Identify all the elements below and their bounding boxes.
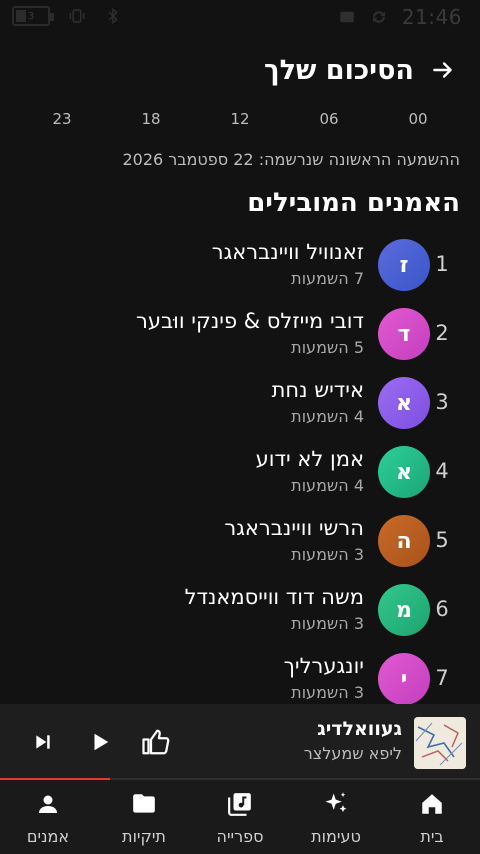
artist-plays: 7 השמעות	[291, 269, 364, 288]
artist-row[interactable]: 3 א אידיש נחת 4 השמעות	[0, 368, 480, 437]
status-bar-right: 21:46	[338, 5, 462, 29]
avatar: א	[378, 446, 430, 498]
now-playing-title: געוואלדיג	[317, 718, 402, 740]
avatar: ה	[378, 515, 430, 567]
folder-icon	[130, 790, 158, 818]
listening-hours-axis: 23 18 12 06 00	[38, 110, 442, 132]
nav-label: ספרייה	[216, 827, 264, 846]
artist-row[interactable]: 2 ד דובי מייזלס & פינקי ווּבער 5 השמעות	[0, 299, 480, 368]
nav-library[interactable]: ספרייה	[192, 780, 288, 854]
hour-tick: 18	[141, 110, 161, 128]
artist-name: זאנוויל וויינבראגר	[211, 240, 364, 264]
status-bar-left: 3	[12, 6, 122, 26]
arrow-icon[interactable]	[430, 57, 456, 83]
first-listen-date: ההשמעה הראשונה שנרשמה: 22 ספטמבר 2026	[122, 150, 460, 169]
avatar: ד	[378, 308, 430, 360]
nav-artists[interactable]: אמנים	[0, 780, 96, 854]
avatar: י	[378, 653, 430, 705]
artist-name: אמן לא ידוע	[255, 447, 364, 471]
artist-name: יונגערליך	[283, 654, 364, 678]
status-time: 21:46	[401, 5, 462, 29]
artist-row[interactable]: 6 מ משה דוד ווייסמאנדל 3 השמעות	[0, 575, 480, 644]
avatar: א	[378, 377, 430, 429]
artist-plays: 3 השמעות	[291, 683, 364, 702]
artist-row[interactable]: 1 ז זאנוויל וויינבראגר 7 השמעות	[0, 230, 480, 299]
hour-tick: 06	[319, 110, 339, 128]
artist-name: משה דוד ווייסמאנדל	[184, 585, 364, 609]
status-bar: 3 21:46	[0, 0, 480, 34]
battery-level: 3	[27, 10, 35, 22]
artist-rank: 5	[435, 528, 449, 552]
nav-samples[interactable]: טעימות	[288, 780, 384, 854]
summary-header: הסיכום שלך	[24, 48, 456, 92]
page-title: הסיכום שלך	[263, 54, 414, 86]
artist-row[interactable]: 5 ה הרשי וויינבראגר 3 השמעות	[0, 506, 480, 575]
hour-tick: 23	[52, 110, 72, 128]
bluetooth-icon	[104, 7, 122, 25]
artist-name: דובי מייזלס & פינקי ווּבער	[136, 309, 364, 333]
artist-row[interactable]: 7 י יונגערליך 3 השמעות	[0, 644, 480, 713]
now-playing-artist: ליפא שמעלצר	[303, 744, 402, 763]
sparkle-icon	[322, 790, 350, 818]
mini-player[interactable]: געוואלדיג ליפא שמעלצר	[0, 704, 480, 780]
play-icon[interactable]	[84, 726, 116, 758]
avatar: מ	[378, 584, 430, 636]
artist-rank: 7	[435, 666, 449, 690]
nav-label: תיקיות	[122, 827, 166, 846]
hour-tick: 00	[408, 110, 428, 128]
artist-name: הרשי וויינבראגר	[224, 516, 364, 540]
artist-rank: 2	[435, 321, 449, 345]
nav-label: אמנים	[26, 827, 70, 846]
thumbs-up-icon[interactable]	[140, 726, 172, 758]
hour-tick: 12	[230, 110, 250, 128]
artist-row[interactable]: 4 א אמן לא ידוע 4 השמעות	[0, 437, 480, 506]
nav-label: בית	[420, 827, 444, 846]
artist-plays: 3 השמעות	[291, 614, 364, 633]
artist-rank: 4	[435, 459, 449, 483]
artist-plays: 4 השמעות	[291, 476, 364, 495]
artist-rank: 3	[435, 390, 449, 414]
artist-rank: 1	[435, 252, 449, 276]
vibrate-icon	[68, 7, 86, 25]
album-art	[414, 717, 466, 769]
artist-plays: 3 השמעות	[291, 545, 364, 564]
artist-rank: 6	[435, 597, 449, 621]
artist-name: אידיש נחת	[271, 378, 364, 402]
skip-next-icon[interactable]	[27, 726, 59, 758]
nav-home[interactable]: בית	[384, 780, 480, 854]
person-icon	[34, 790, 62, 818]
nav-label: טעימות	[311, 827, 361, 846]
top-artists-list: 1 ז זאנוויל וויינבראגר 7 השמעות 2 ד דובי…	[0, 230, 480, 713]
nav-folders[interactable]: תיקיות	[96, 780, 192, 854]
artist-plays: 4 השמעות	[291, 407, 364, 426]
battery-icon: 3	[12, 6, 54, 26]
sim-icon	[338, 8, 356, 26]
bottom-nav: בית טעימות ספרייה תיקיות אמנים	[0, 780, 480, 854]
top-artists-title: האמנים המובילים	[247, 188, 460, 218]
sync-icon	[370, 8, 388, 26]
artist-plays: 5 השמעות	[291, 338, 364, 357]
home-icon	[418, 790, 446, 818]
avatar: ז	[378, 239, 430, 291]
library-icon	[226, 790, 254, 818]
